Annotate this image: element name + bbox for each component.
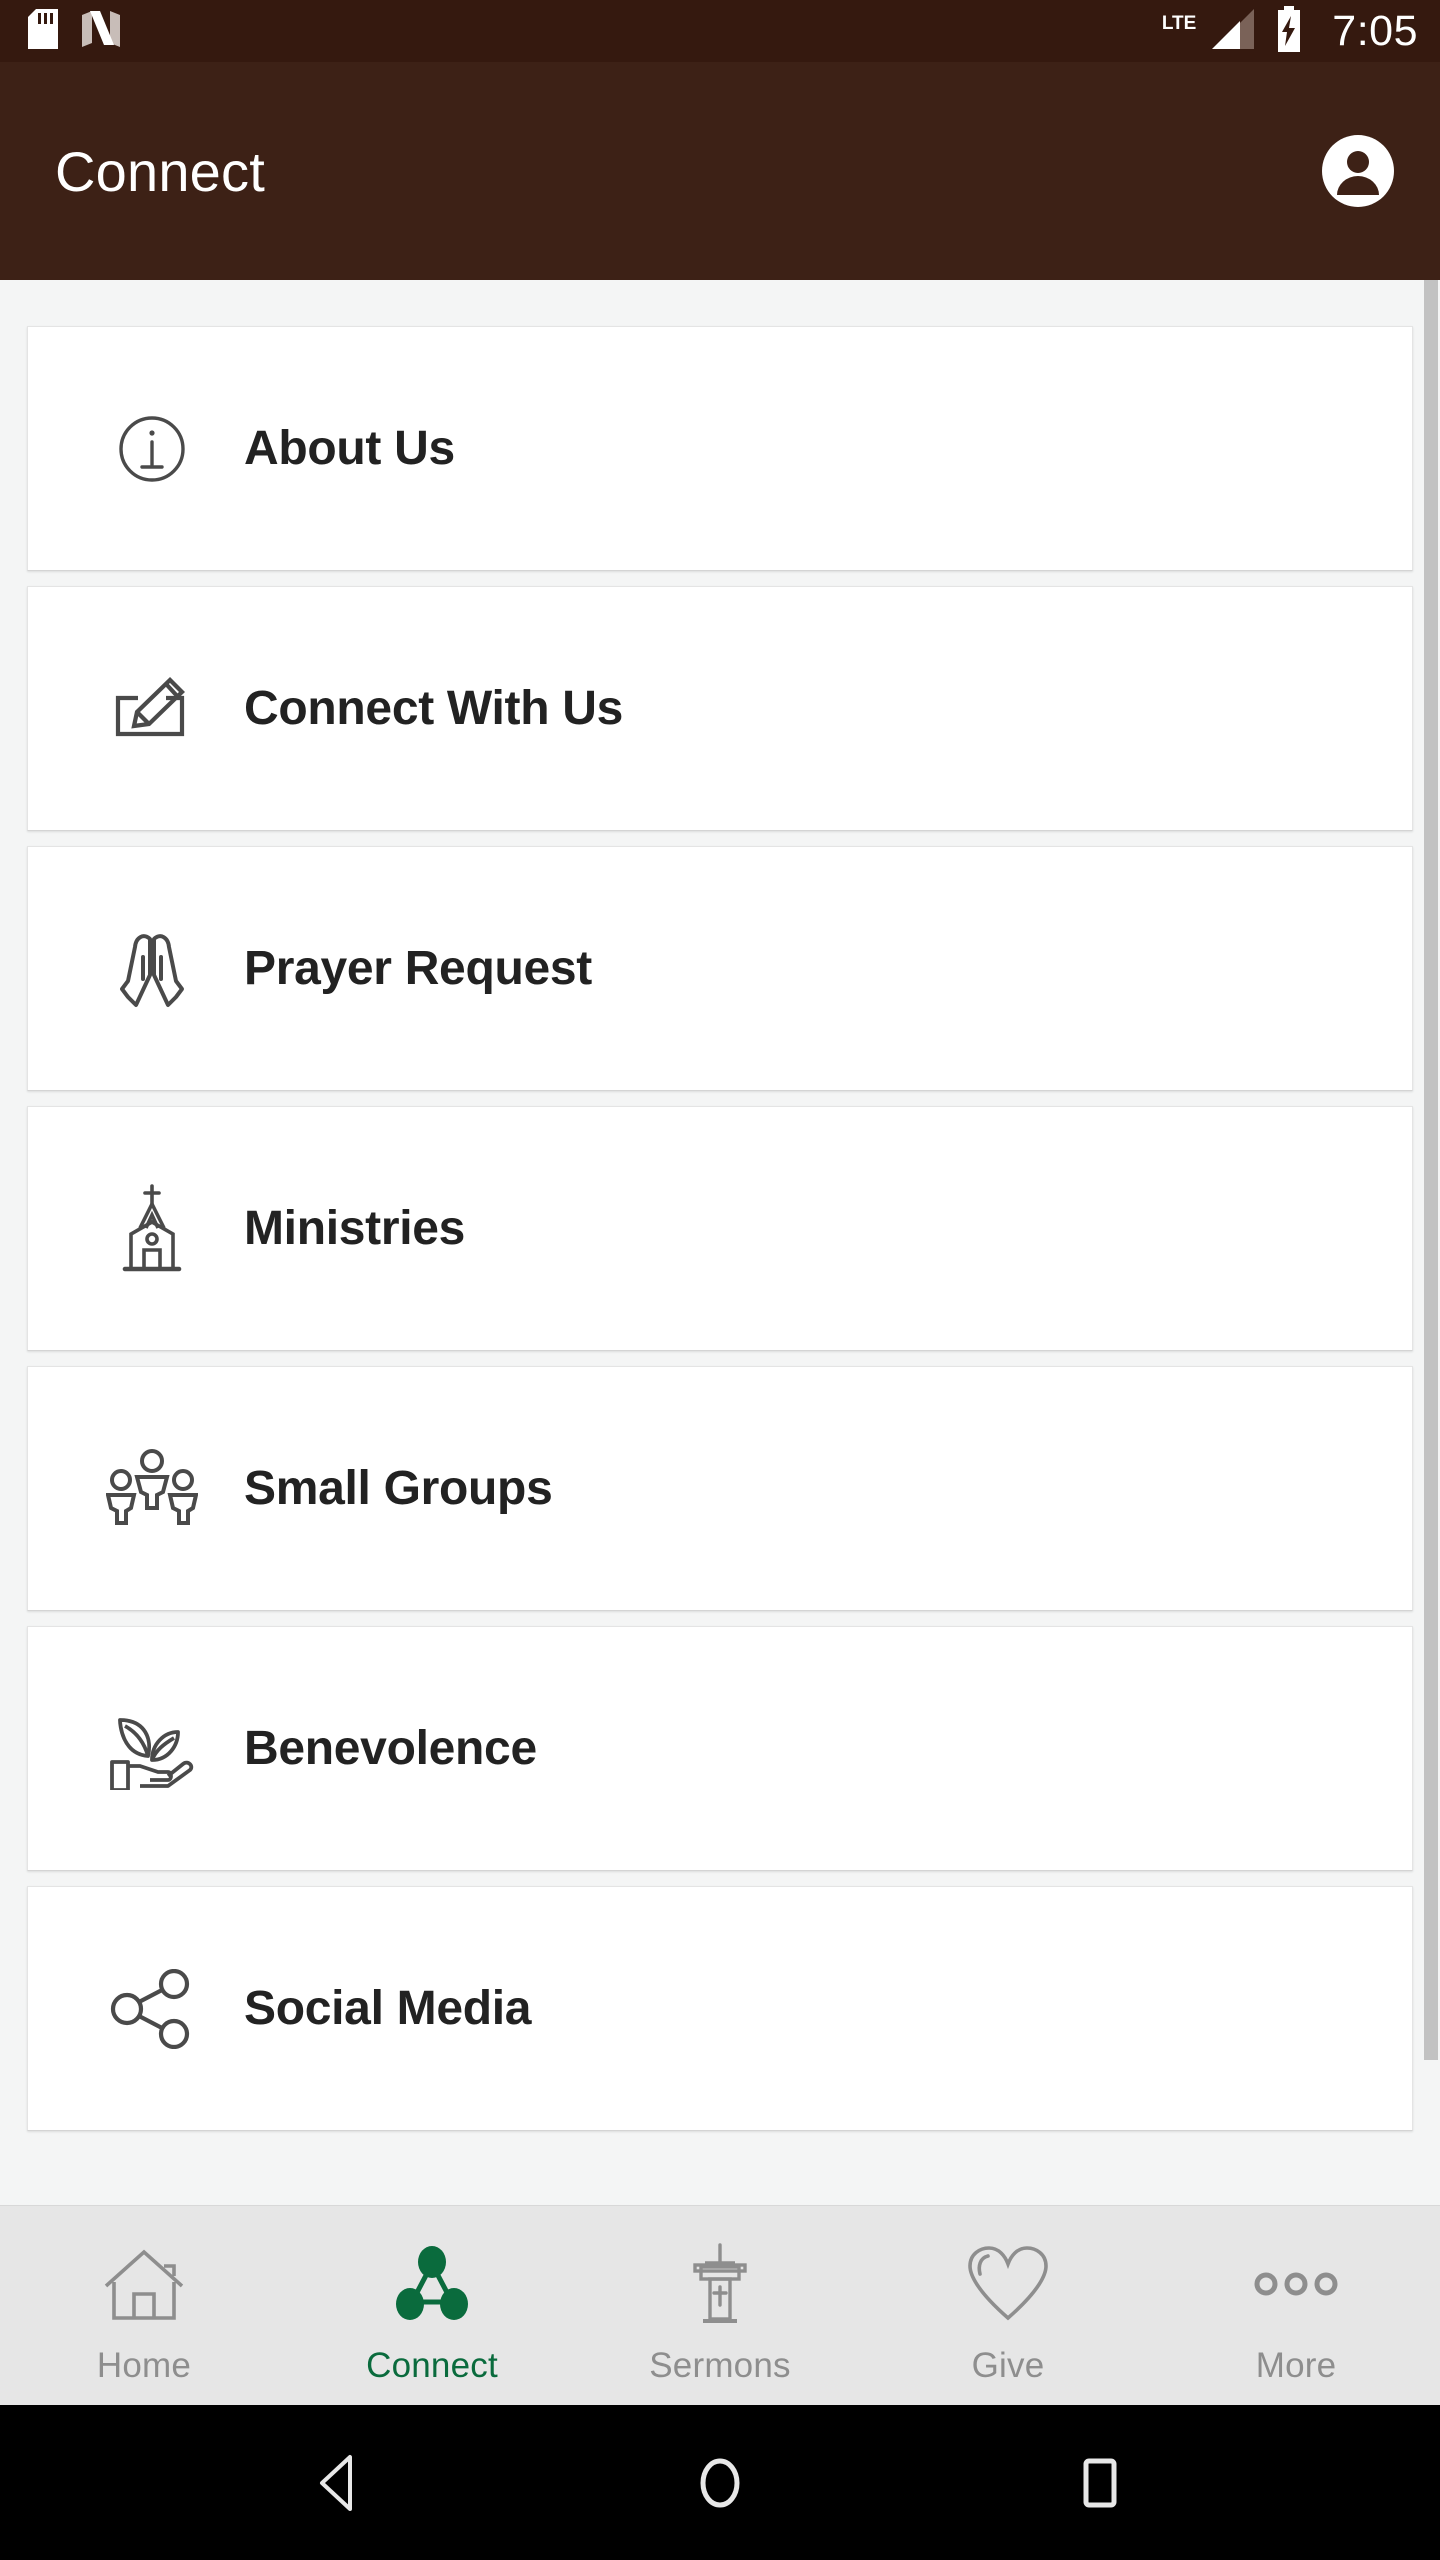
nav-item-more[interactable]: More [1152,2206,1440,2405]
list-item-label: Ministries [244,1202,466,1255]
nav-item-give[interactable]: Give [864,2206,1152,2405]
status-bar-right-icons: LTE 7:05 [1161,5,1418,57]
nav-item-label: More [1255,2345,1337,2385]
share-network-icon [106,1963,198,2055]
lte-label: LTE [1161,12,1197,34]
list-item-social-media[interactable]: Social Media [27,1886,1413,2131]
sd-card-icon [28,8,58,54]
list-item-label: Small Groups [244,1462,553,1515]
list-item-benevolence[interactable]: Benevolence [27,1626,1413,1871]
back-button[interactable] [280,2423,400,2543]
status-bar: LTE 7:05 [0,0,1440,62]
battery-charging-icon [1274,5,1304,57]
praying-hands-icon [106,923,198,1015]
list-item-label: Benevolence [244,1722,537,1775]
status-bar-left-icons [28,8,122,54]
home-icon [100,2238,188,2330]
hand-holding-plant-icon [106,1703,198,1795]
nav-item-label: Sermons [649,2345,791,2385]
nav-item-home[interactable]: Home [0,2206,288,2405]
info-circle-icon [106,403,198,495]
account-circle-icon[interactable] [1320,133,1396,209]
status-bar-clock: 7:05 [1332,6,1418,55]
list-item-label: Prayer Request [244,942,592,995]
connect-menu-list: About Us Connect With Us Prayer Request … [0,326,1440,2131]
more-dots-icon [1254,2238,1338,2330]
people-group-icon [106,1443,198,1535]
app-bar: Connect [0,62,1440,280]
phone-screen: LTE 7:05 Connect About Us Connect With U… [0,0,1440,2560]
android-system-nav [0,2405,1440,2560]
vertical-scrollbar[interactable] [1424,280,1440,2060]
home-button[interactable] [660,2423,780,2543]
list-item-small-groups[interactable]: Small Groups [27,1366,1413,1611]
list-item-prayer-request[interactable]: Prayer Request [27,846,1413,1091]
list-item-about-us[interactable]: About Us [27,326,1413,571]
bottom-navigation-bar: Home Connect Sermons Give More [0,2205,1440,2405]
scrollbar-thumb[interactable] [1424,280,1438,2060]
list-item-label: About Us [244,422,455,475]
nav-item-label: Connect [366,2345,498,2385]
connect-nodes-icon [392,2238,472,2330]
pulpit-icon [685,2238,755,2330]
nav-item-label: Home [96,2345,192,2385]
signal-bars-icon [1210,7,1256,56]
nav-item-connect[interactable]: Connect [288,2206,576,2405]
list-item-label: Connect With Us [244,682,624,735]
nav-item-label: Give [971,2345,1045,2385]
list-item-label: Social Media [244,1982,532,2035]
connect-menu-scroll-area[interactable]: About Us Connect With Us Prayer Request … [0,280,1440,2205]
pencil-write-icon [106,663,198,755]
heart-icon [966,2238,1050,2330]
church-icon [106,1183,198,1275]
nav-item-sermons[interactable]: Sermons [576,2206,864,2405]
list-item-connect-with-us[interactable]: Connect With Us [27,586,1413,831]
nfc-icon [80,9,122,54]
page-title: Connect [55,139,265,203]
recents-button[interactable] [1040,2423,1160,2543]
list-item-ministries[interactable]: Ministries [27,1106,1413,1351]
